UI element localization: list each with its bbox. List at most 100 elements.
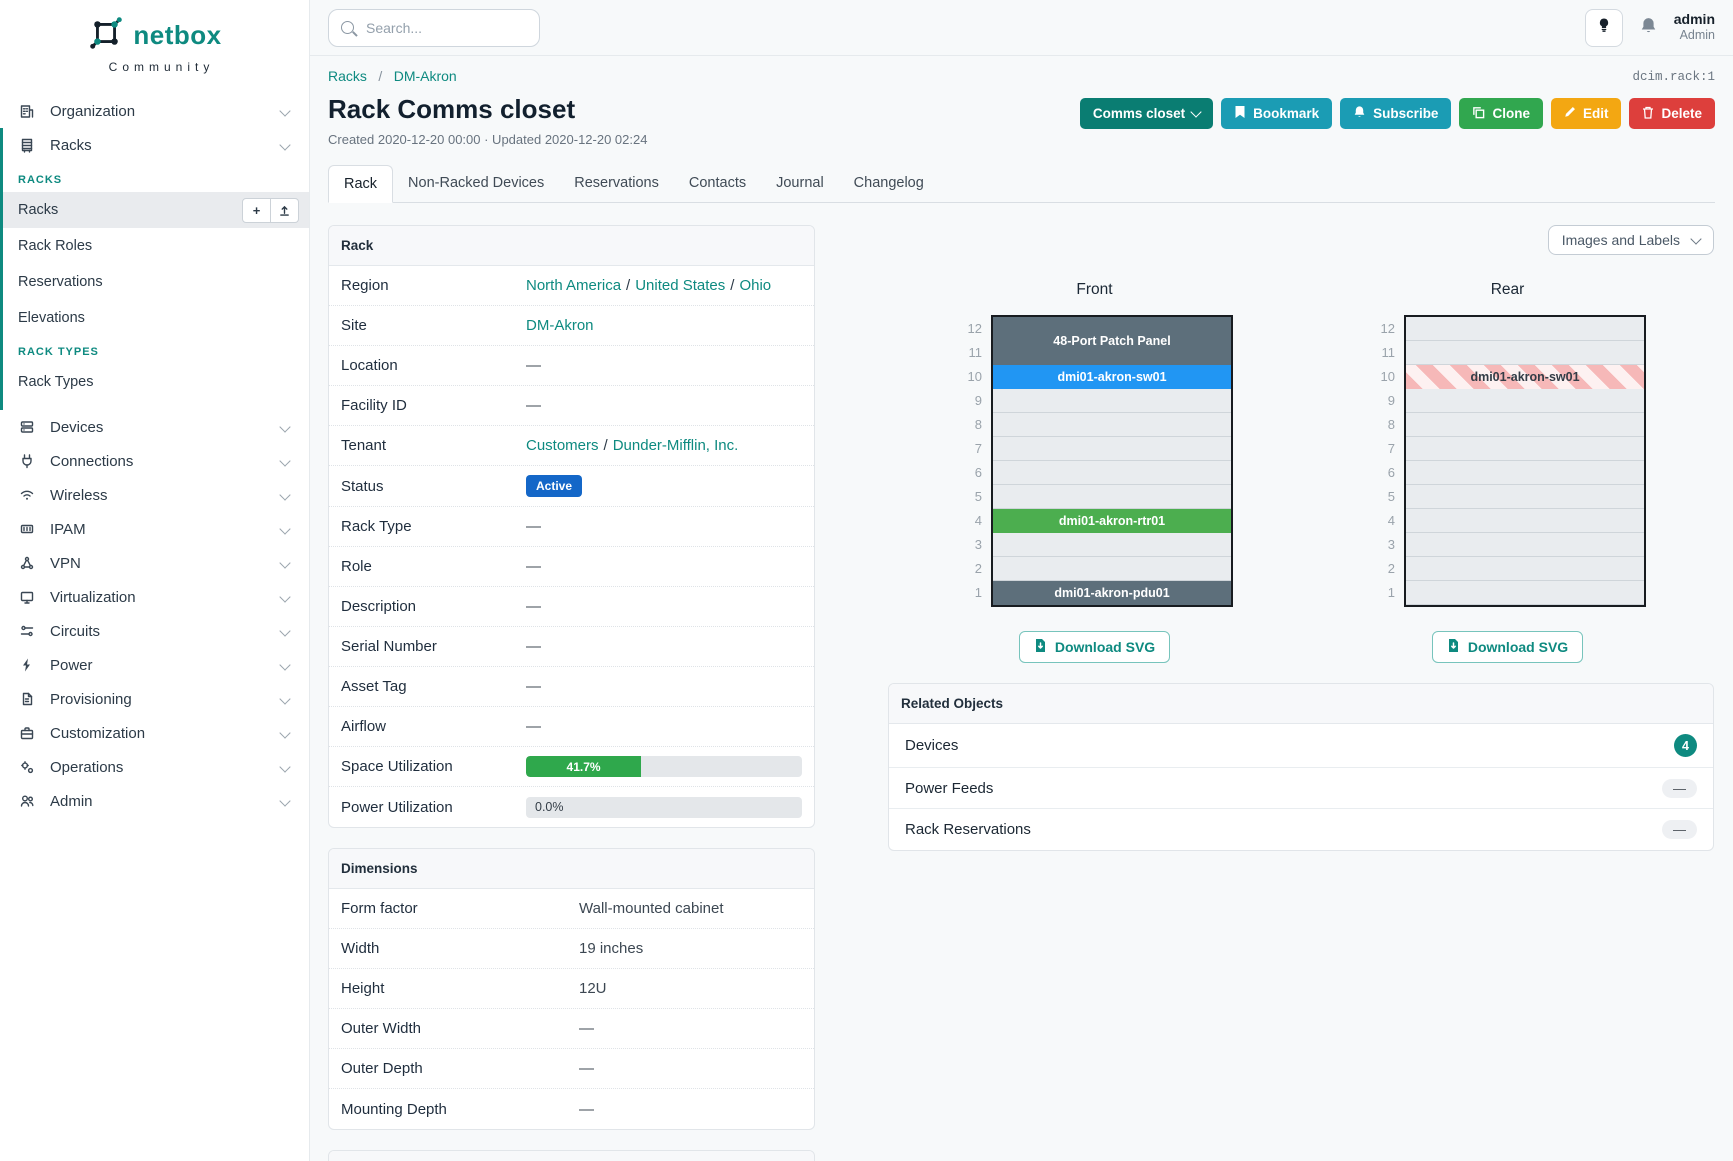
field-row-tenant: Tenant Customers / Dunder-Mifflin, Inc.	[329, 426, 814, 466]
tab-journal[interactable]: Journal	[761, 165, 839, 202]
subscribe-button[interactable]: Subscribe	[1340, 98, 1451, 129]
add-rack-button[interactable]: +	[242, 198, 271, 223]
page-title: Rack Comms closet	[328, 94, 647, 125]
download-svg-rear-button[interactable]: Download SVG	[1432, 631, 1583, 663]
sidebar-item-customization[interactable]: Customization	[0, 716, 309, 750]
rack-unit-number: 11	[956, 341, 982, 365]
sidebar-item-ipam[interactable]: IPAM	[0, 512, 309, 546]
global-search[interactable]	[328, 9, 540, 47]
region-link[interactable]: United States	[635, 277, 725, 294]
sidebar-nav: Organization Racks RACKS Racks +	[0, 94, 309, 818]
chevron-down-icon	[1690, 233, 1701, 244]
breadcrumb-site[interactable]: DM-Akron	[394, 68, 457, 84]
rack-unit-empty	[1406, 413, 1644, 437]
netbox-logo-icon	[87, 14, 125, 57]
field-row-height: Height 12U	[329, 969, 814, 1009]
rack-unit-empty	[1406, 317, 1644, 341]
sidebar-item-label: Circuits	[50, 623, 100, 640]
brand[interactable]: netbox Community	[0, 0, 309, 80]
delete-button[interactable]: Delete	[1629, 98, 1715, 129]
circuit-icon	[18, 622, 36, 640]
sidebar-item-circuits[interactable]: Circuits	[0, 614, 309, 648]
rear-rack-diagram: dmi01-akron-sw01	[1404, 315, 1646, 607]
rack-unit-empty	[1406, 389, 1644, 413]
sidebar-item-admin[interactable]: Admin	[0, 784, 309, 818]
chevron-down-icon	[279, 557, 290, 568]
sidebar-item-provisioning[interactable]: Provisioning	[0, 682, 309, 716]
tenant-link[interactable]: Dunder-Mifflin, Inc.	[613, 437, 739, 454]
field-row-width: Width 19 inches	[329, 929, 814, 969]
trash-icon	[1642, 106, 1654, 122]
dimensions-panel: Dimensions Form factor Wall-mounted cabi…	[328, 848, 815, 1130]
sidebar-item-vpn[interactable]: VPN	[0, 546, 309, 580]
site-link[interactable]: DM-Akron	[526, 317, 594, 334]
object-identifier: dcim.rack:1	[1632, 70, 1715, 84]
netbox-app: netbox Community Organization Racks	[0, 0, 1733, 1161]
rack-unit-number: 6	[1369, 461, 1395, 485]
rack-state-dropdown[interactable]: Comms closet	[1080, 98, 1213, 129]
copy-icon	[1472, 106, 1485, 122]
field-row-rack-type: Rack Type —	[329, 507, 814, 547]
related-row-devices[interactable]: Devices 4	[889, 724, 1713, 768]
sidebar-item-connections[interactable]: Connections	[0, 444, 309, 478]
sidebar-item-virtualization[interactable]: Virtualization	[0, 580, 309, 614]
sidebar-item-wireless[interactable]: Wireless	[0, 478, 309, 512]
rack-unit-number: 6	[956, 461, 982, 485]
bookmark-button[interactable]: Bookmark	[1221, 98, 1332, 129]
elevation-display-select[interactable]: Images and Labels	[1548, 225, 1714, 255]
sidebar-item-rack-types[interactable]: Rack Types	[3, 364, 309, 400]
created-updated-meta: Created 2020-12-20 00:00 · Updated 2020-…	[328, 132, 647, 147]
tab-contacts[interactable]: Contacts	[674, 165, 761, 202]
tab-reservations[interactable]: Reservations	[559, 165, 674, 202]
rack-elevations: Front 121110987654321 48-Port Patch Pane…	[888, 281, 1714, 663]
user-menu[interactable]: admin Admin	[1674, 11, 1715, 44]
sidebar-item-rack-roles[interactable]: Rack Roles	[3, 228, 309, 264]
sidebar-item-operations[interactable]: Operations	[0, 750, 309, 784]
rack-device[interactable]: dmi01-akron-pdu01	[993, 581, 1231, 605]
rack-device[interactable]: dmi01-akron-rtr01	[993, 509, 1231, 533]
region-link[interactable]: Ohio	[739, 277, 771, 294]
rack-unit-empty	[1406, 437, 1644, 461]
sidebar-item-elevations[interactable]: Elevations	[3, 300, 309, 336]
theme-toggle-button[interactable]	[1585, 9, 1623, 47]
tenant-group-link[interactable]: Customers	[526, 437, 599, 454]
rack-unit-empty	[1406, 557, 1644, 581]
field-row-status: Status Active	[329, 466, 814, 507]
sidebar-item-label: Wireless	[50, 487, 108, 504]
chevron-down-icon	[279, 455, 290, 466]
sidebar-item-power[interactable]: Power	[0, 648, 309, 682]
sidebar-item-organization[interactable]: Organization	[0, 94, 309, 128]
sidebar-item-reservations[interactable]: Reservations	[3, 264, 309, 300]
sidebar-item-racks-list[interactable]: Racks +	[3, 192, 309, 228]
clone-button[interactable]: Clone	[1459, 98, 1543, 129]
rack-unit-empty	[1406, 509, 1644, 533]
import-racks-button[interactable]	[271, 198, 299, 223]
rack-device[interactable]: 48-Port Patch Panel	[993, 317, 1231, 365]
tab-non-racked-devices[interactable]: Non-Racked Devices	[393, 165, 559, 202]
field-row-outer-width: Outer Width —	[329, 1009, 814, 1049]
edit-button[interactable]: Edit	[1551, 98, 1622, 129]
bell-icon[interactable]	[1639, 16, 1658, 40]
racks-nav-group: Racks RACKS Racks +	[0, 128, 309, 410]
sidebar-item-label: Power	[50, 657, 93, 674]
rack-device[interactable]: dmi01-akron-sw01	[993, 365, 1231, 389]
sidebar-item-label: Devices	[50, 419, 103, 436]
rack-unit-number: 2	[956, 557, 982, 581]
field-row-outer-depth: Outer Depth —	[329, 1049, 814, 1089]
tab-changelog[interactable]: Changelog	[839, 165, 939, 202]
rack-device[interactable]: dmi01-akron-sw01	[1406, 365, 1644, 389]
related-row-power-feeds[interactable]: Power Feeds —	[889, 768, 1713, 809]
main-area: admin Admin Racks / DM-Akron dcim.rack:1…	[310, 0, 1733, 1161]
related-row-rack-reservations[interactable]: Rack Reservations —	[889, 809, 1713, 850]
elevation-title: Front	[1076, 281, 1112, 299]
rack-unit-number: 1	[956, 581, 982, 605]
sidebar-item-racks[interactable]: Racks	[3, 128, 309, 162]
download-svg-front-button[interactable]: Download SVG	[1019, 631, 1170, 663]
breadcrumb-racks[interactable]: Racks	[328, 68, 367, 84]
chevron-down-icon	[279, 727, 290, 738]
search-input[interactable]	[364, 19, 527, 37]
tab-rack[interactable]: Rack	[328, 165, 393, 203]
region-link[interactable]: North America	[526, 277, 621, 294]
rack-unit-number: 7	[956, 437, 982, 461]
sidebar-item-devices[interactable]: Devices	[0, 410, 309, 444]
